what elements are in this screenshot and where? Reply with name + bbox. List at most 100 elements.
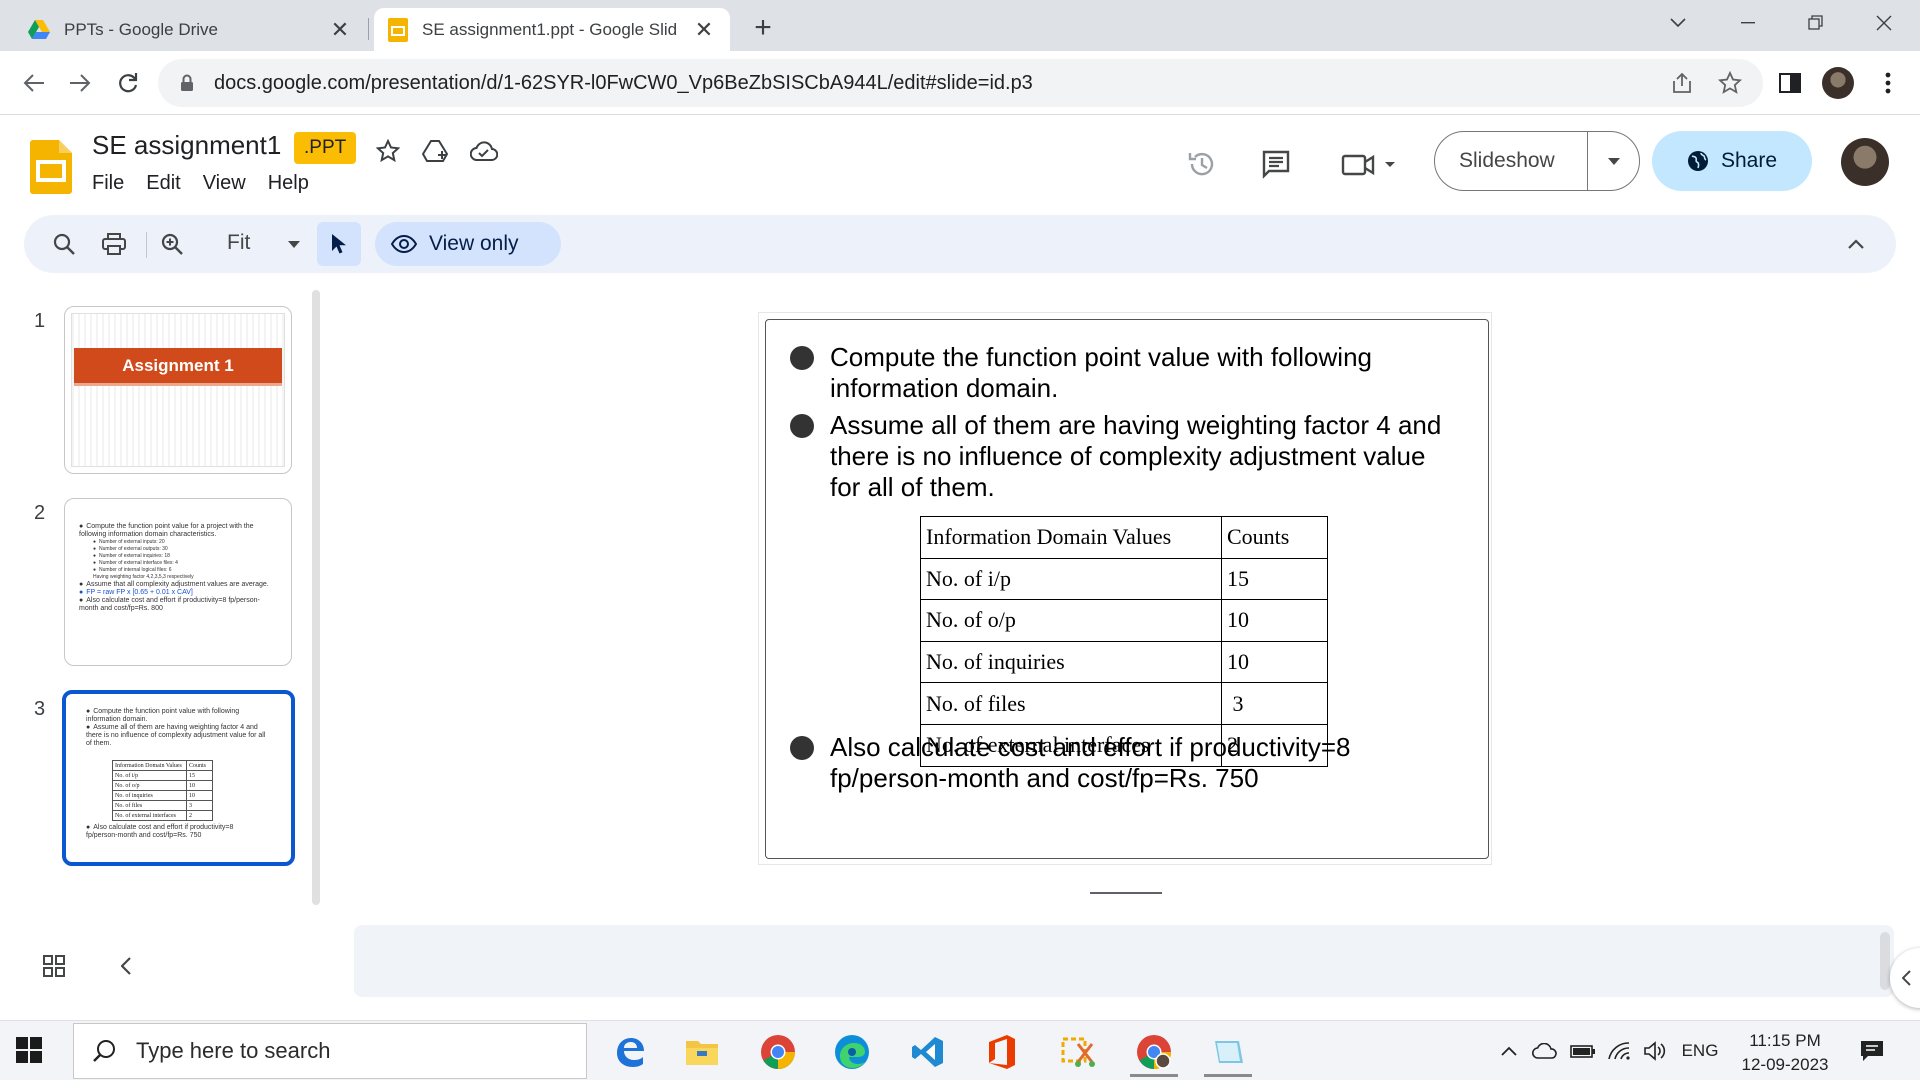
table-cell: 10 — [1221, 599, 1328, 642]
edge-legacy-app-icon[interactable] — [600, 1027, 660, 1077]
slide-thumbnail-1[interactable]: Assignment 1 — [64, 306, 292, 474]
view-only-label: View only — [429, 232, 519, 255]
account-avatar[interactable] — [1841, 138, 1889, 186]
slideshow-dropdown-icon[interactable] — [1588, 157, 1639, 165]
thumbnail-line: Compute the function point value with fo… — [86, 708, 266, 724]
close-tab-icon[interactable]: ✕ — [692, 17, 716, 42]
window-close-icon[interactable] — [1856, 6, 1912, 40]
volume-icon[interactable] — [1640, 1033, 1670, 1069]
snipping-tool-icon[interactable] — [1048, 1027, 1108, 1077]
star-icon[interactable] — [371, 134, 405, 168]
restore-icon[interactable] — [1788, 6, 1844, 40]
slide-thumbnail-2[interactable]: Compute the function point value for a p… — [64, 498, 292, 666]
share-button[interactable]: Share — [1652, 131, 1812, 191]
cloud-status-icon[interactable] — [467, 134, 501, 168]
slide-number: 1 — [34, 310, 46, 332]
slides-header: SE assignment1 .PPT File Edit View Help … — [0, 116, 1920, 208]
search-icon[interactable] — [44, 224, 84, 264]
thumbnail-cell: No. of i/p — [112, 770, 187, 781]
side-panel-icon[interactable] — [1770, 59, 1810, 107]
clock-time: 11:15 PM — [1749, 1031, 1821, 1050]
chrome-menu-kebab-icon[interactable] — [1868, 59, 1908, 107]
search-placeholder: Type here to search — [136, 1038, 331, 1063]
tab-google-drive[interactable]: PPTs - Google Drive ✕ — [14, 8, 366, 51]
back-arrow-icon[interactable] — [14, 63, 54, 103]
battery-icon[interactable] — [1568, 1033, 1598, 1069]
windows-start-icon[interactable] — [16, 1037, 42, 1063]
minimize-icon[interactable] — [1720, 6, 1776, 40]
collapse-chevron-up-icon[interactable] — [1836, 224, 1876, 264]
thumbnail-line: Having weighting factor 4,2,3,5,3 respec… — [93, 574, 194, 580]
move-to-drive-icon[interactable] — [419, 134, 453, 168]
notes-scrollbar[interactable] — [1880, 932, 1890, 990]
forward-arrow-icon[interactable] — [60, 63, 100, 103]
view-only-mode-button[interactable]: View only — [375, 222, 561, 266]
profile-avatar-small[interactable] — [1818, 59, 1858, 107]
grid-view-icon[interactable] — [38, 950, 70, 982]
thumbnail-cell: No. of files — [112, 800, 187, 811]
taskbar-clock[interactable]: 11:15 PM 12-09-2023 — [1730, 1029, 1840, 1077]
version-history-icon[interactable] — [1180, 142, 1224, 186]
comments-icon[interactable] — [1254, 142, 1298, 186]
search-icon — [92, 1039, 116, 1063]
edge-app-icon[interactable] — [822, 1027, 882, 1077]
print-icon[interactable] — [94, 224, 134, 264]
chrome-profile-app-icon[interactable] — [1124, 1027, 1184, 1077]
onedrive-cloud-icon[interactable] — [1530, 1033, 1560, 1069]
slide-canvas[interactable]: Compute the function point value with fo… — [758, 312, 1492, 865]
browser-tab-strip: PPTs - Google Drive ✕ SE assignment1.ppt… — [0, 0, 1920, 51]
wifi-icon[interactable] — [1604, 1033, 1634, 1069]
slide-thumbnail-3[interactable]: Compute the function point value with fo… — [62, 690, 295, 866]
office-app-icon[interactable] — [972, 1027, 1032, 1077]
clock-date: 12-09-2023 — [1741, 1055, 1829, 1074]
file-explorer-icon[interactable] — [672, 1027, 732, 1077]
menu-help[interactable]: Help — [268, 172, 319, 195]
url-omnibox[interactable]: docs.google.com/presentation/d/1-62SYR-l… — [158, 59, 1763, 107]
select-pointer-button[interactable] — [317, 222, 361, 266]
slide-number: 2 — [34, 502, 46, 524]
google-slides-logo-icon[interactable] — [30, 140, 72, 194]
windows-taskbar: Type here to search ENG 11:15 PM 12-09-2… — [0, 1020, 1920, 1080]
reload-icon[interactable] — [108, 63, 148, 103]
table-cell: 3 — [1221, 682, 1328, 725]
taskbar-search-box[interactable]: Type here to search — [73, 1023, 587, 1079]
menu-view[interactable]: View — [203, 172, 256, 195]
input-language[interactable]: ENG — [1680, 1033, 1720, 1069]
notepad-app-icon[interactable] — [1198, 1027, 1258, 1077]
bullet-dot-icon — [790, 346, 814, 370]
table-row: No. of inquiries 10 — [920, 640, 1328, 684]
share-label: Share — [1720, 149, 1778, 172]
bullet-text: Assume all of them are having weighting … — [830, 410, 1442, 502]
show-hidden-icons-chevron-icon[interactable] — [1496, 1033, 1522, 1069]
speaker-notes-area[interactable] — [354, 925, 1894, 997]
tab-search-chevron-icon[interactable] — [1650, 6, 1706, 40]
tab-google-slides[interactable]: SE assignment1.ppt - Google Slid ✕ — [374, 8, 730, 51]
zoom-dropdown-icon[interactable] — [274, 224, 314, 264]
collapse-filmstrip-chevron-icon[interactable] — [110, 950, 142, 982]
menu-file[interactable]: File — [92, 172, 134, 195]
thumbnail-line: Also calculate cost and effort if produc… — [86, 824, 266, 840]
zoom-icon[interactable] — [152, 224, 192, 264]
notes-resize-handle[interactable] — [1090, 892, 1162, 894]
thumbnail-cell: Information Domain Values — [112, 760, 187, 771]
slide-number: 3 — [34, 698, 46, 720]
thumbnail-title: Assignment 1 — [74, 348, 282, 386]
file-type-badge: .PPT — [294, 132, 357, 164]
slideshow-button[interactable]: Slideshow — [1434, 131, 1640, 191]
vscode-app-icon[interactable] — [898, 1027, 958, 1077]
share-page-icon[interactable] — [1662, 59, 1702, 107]
new-tab-plus-icon[interactable]: + — [745, 10, 781, 46]
bookmark-star-icon[interactable] — [1710, 59, 1750, 107]
meet-camera-icon[interactable] — [1336, 142, 1406, 186]
chrome-app-icon[interactable] — [748, 1027, 808, 1077]
filmstrip-scrollbar[interactable] — [312, 290, 320, 905]
table-row: Information Domain Values Counts — [920, 516, 1328, 559]
notifications-icon[interactable] — [1854, 1033, 1890, 1069]
close-tab-icon[interactable]: ✕ — [328, 17, 352, 42]
document-title[interactable]: SE assignment1 — [92, 130, 281, 161]
thumbnail-line: Assume that all complexity adjustment va… — [79, 581, 269, 589]
thumbnail-cell: 10 — [186, 790, 213, 801]
zoom-level[interactable]: Fit — [227, 231, 250, 255]
show-side-panel-chevron-icon[interactable] — [1890, 948, 1920, 1008]
menu-edit[interactable]: Edit — [146, 172, 190, 195]
